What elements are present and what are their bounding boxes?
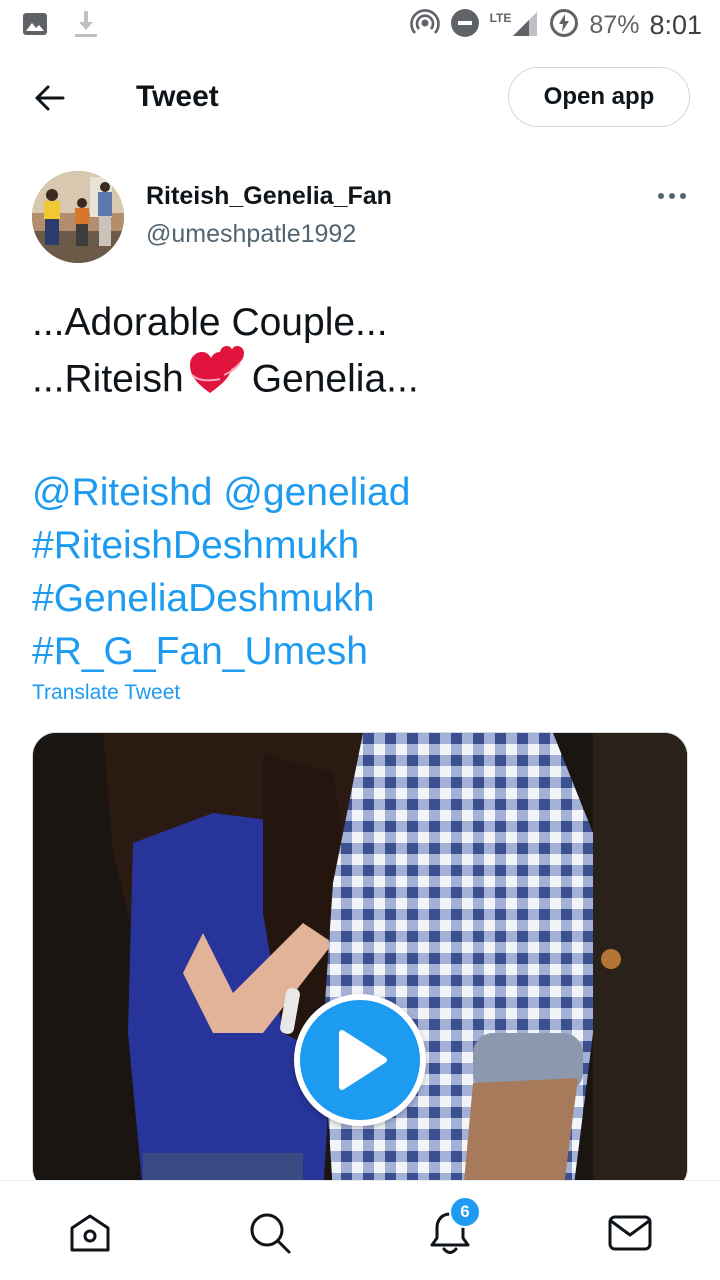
gallery-icon [22, 12, 48, 41]
home-icon [70, 1214, 110, 1252]
two-hearts-emoji [189, 345, 246, 409]
hashtag-geneliadeshmukh[interactable]: #GeneliaDeshmukh [32, 572, 692, 625]
author-handle[interactable]: @umeshpatle1992 [146, 220, 356, 249]
tweet-header: Tweet Open app [0, 60, 720, 135]
author-name[interactable]: Riteish_Genelia_Fan [146, 182, 392, 211]
notification-badge: 6 [449, 1196, 481, 1228]
hotspot-icon [409, 8, 440, 43]
more-icon [658, 193, 686, 199]
play-button[interactable] [294, 994, 426, 1126]
more-options-button[interactable] [650, 182, 694, 210]
download-icon [74, 10, 98, 43]
tweet-mentions[interactable]: @Riteishd @geneliad [32, 466, 692, 519]
hashtag-riteishdeshmukh[interactable]: #RiteishDeshmukh [32, 519, 692, 572]
hashtag-r-g-fan-umesh[interactable]: #R_G_Fan_Umesh [32, 625, 692, 678]
back-button[interactable] [28, 78, 72, 118]
clock: 8:01 [649, 10, 702, 40]
battery-saver-icon [549, 8, 579, 43]
nav-search[interactable] [246, 1209, 294, 1257]
tweet-line-1: ...Adorable Couple... [32, 301, 388, 344]
messages-icon [608, 1215, 652, 1251]
signal-icon [511, 9, 539, 42]
translate-tweet-link[interactable]: Translate Tweet [32, 681, 180, 705]
battery-percent: 87% [589, 11, 640, 39]
avatar[interactable] [32, 171, 124, 263]
tweet-line-2-start: ...Riteish [32, 357, 184, 401]
play-icon [339, 1030, 387, 1090]
dnd-icon [450, 8, 480, 43]
search-icon [250, 1213, 291, 1254]
nav-messages[interactable] [606, 1209, 654, 1257]
page-title: Tweet [136, 80, 219, 113]
tweet-line-2-end: Genelia... [251, 357, 419, 401]
tweet-text: ...Adorable Couple... ...Riteish Genelia.… [32, 296, 692, 678]
status-bar: LTE 87% 8:01 [0, 0, 720, 50]
nav-home[interactable] [66, 1209, 114, 1257]
network-type: LTE [489, 10, 512, 25]
bottom-navigation [0, 1180, 720, 1280]
arrow-left-icon [35, 85, 65, 111]
open-app-button[interactable]: Open app [508, 67, 690, 127]
tweet-line-2: ...Riteish Genelia... [32, 346, 692, 413]
